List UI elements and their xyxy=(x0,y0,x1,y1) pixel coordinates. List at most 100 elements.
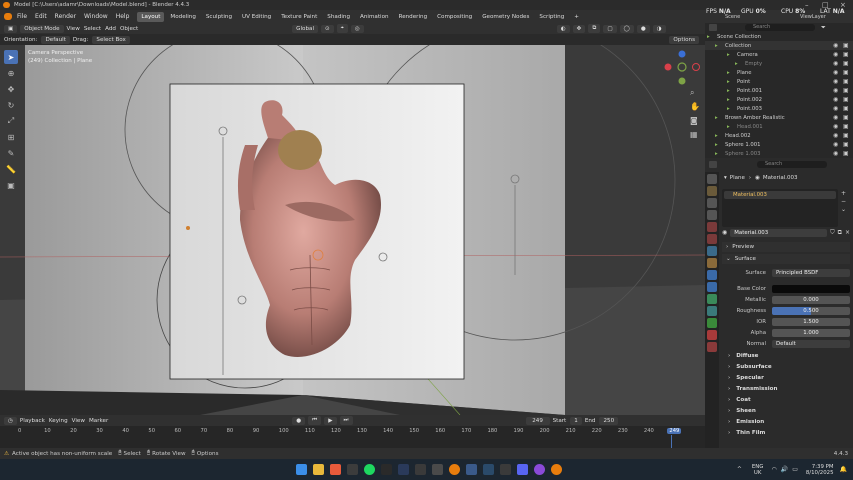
modifier-tab-icon[interactable] xyxy=(707,270,717,280)
shader-subsection[interactable]: › Coat xyxy=(722,395,850,405)
shading-wireframe-icon[interactable]: ◯ xyxy=(619,24,634,33)
outliner-row[interactable]: ▸ Head.002 ◉ ▣ xyxy=(705,131,853,140)
app-icon[interactable] xyxy=(432,464,443,475)
outliner-row[interactable]: ▸ Camera ◉ ▣ xyxy=(705,50,853,59)
collection-tab-icon[interactable] xyxy=(707,246,717,256)
3d-viewport[interactable]: Camera Perspective (249) Collection | Pl… xyxy=(0,45,705,415)
zoom-icon[interactable]: ⌕ xyxy=(690,88,694,97)
playhead-line[interactable] xyxy=(671,435,673,448)
render-camera-icon[interactable]: ▣ xyxy=(843,105,849,112)
tab-uv-editing[interactable]: UV Editing xyxy=(238,12,275,22)
outliner-expand-icon[interactable]: ▸ xyxy=(715,133,718,139)
orientation-selector[interactable]: Default xyxy=(41,35,70,44)
pivot-icon[interactable]: ⊙ xyxy=(321,24,334,33)
property-value-field[interactable]: 0.000 xyxy=(772,295,850,304)
shader-subsection[interactable]: › Diffuse xyxy=(722,351,850,361)
proportional-edit-icon[interactable]: ◎ xyxy=(350,24,364,33)
outliner-row[interactable]: ▸ Head.001 ◉ ▣ xyxy=(705,122,853,131)
tray-chevron-icon[interactable]: ^ xyxy=(737,466,742,473)
app-icon[interactable] xyxy=(347,464,358,475)
shading-solid-icon[interactable]: ● xyxy=(636,24,650,33)
render-camera-icon[interactable]: ▣ xyxy=(843,42,849,49)
outliner-expand-icon[interactable]: ▸ xyxy=(727,106,730,112)
filter-icon[interactable]: ⏷ xyxy=(821,24,826,32)
menu-file[interactable]: File xyxy=(17,13,27,20)
menu-window[interactable]: Window xyxy=(84,13,108,20)
view-layer-tab-icon[interactable] xyxy=(707,210,717,220)
outliner-row[interactable]: ▸ Point.001 ◉ ▣ xyxy=(705,86,853,95)
menu-object[interactable]: Object xyxy=(120,26,138,32)
object-tab-icon[interactable] xyxy=(707,258,717,268)
tab-shading[interactable]: Shading xyxy=(323,12,354,22)
outliner-row[interactable]: ▸ Scene Collection xyxy=(705,32,853,41)
jump-start-icon[interactable]: ⏮ xyxy=(308,416,322,425)
outliner-expand-icon[interactable]: ▸ xyxy=(707,34,710,40)
current-frame-field[interactable]: 249 xyxy=(525,416,550,425)
battery-icon[interactable]: ▭ xyxy=(792,466,798,473)
material-slot-item[interactable]: Material.003 xyxy=(724,191,836,199)
render-camera-icon[interactable]: ▣ xyxy=(843,78,849,85)
outliner-expand-icon[interactable]: ▸ xyxy=(727,79,730,85)
render-camera-icon[interactable]: ▣ xyxy=(843,141,849,148)
tab-modeling[interactable]: Modeling xyxy=(166,12,199,22)
tab-compositing[interactable]: Compositing xyxy=(433,12,476,22)
play-icon[interactable]: ▶ xyxy=(324,416,337,425)
outliner-editor-icon[interactable] xyxy=(709,24,717,31)
property-value-field[interactable]: Default xyxy=(772,339,850,348)
properties-editor-icon[interactable] xyxy=(709,160,717,168)
output-tab-icon[interactable] xyxy=(707,198,717,208)
property-value-field[interactable]: 0.500 xyxy=(772,306,850,315)
outliner-expand-icon[interactable]: ▸ xyxy=(727,70,730,76)
terminal-icon[interactable] xyxy=(381,464,392,475)
breadcrumb-object[interactable]: Plane xyxy=(730,175,745,181)
property-value-field[interactable]: 1.000 xyxy=(772,328,850,337)
tool-tab-icon[interactable] xyxy=(707,174,717,184)
visibility-eye-icon[interactable]: ◉ xyxy=(833,78,838,85)
keying-menu[interactable]: Keying xyxy=(49,418,68,424)
material-tab-icon[interactable] xyxy=(707,330,717,340)
timeline-view-menu[interactable]: View xyxy=(72,418,85,424)
timeline-editor-icon[interactable]: ◷ xyxy=(4,416,17,425)
constraints-tab-icon[interactable] xyxy=(707,306,717,316)
snap-icon[interactable]: ⌖ xyxy=(336,24,348,33)
outliner-search-input[interactable]: Search xyxy=(745,24,815,31)
unlink-material-icon[interactable]: × xyxy=(845,229,850,236)
transform-orientation-selector[interactable]: Global xyxy=(292,24,318,33)
visibility-eye-icon[interactable]: ◉ xyxy=(833,69,838,76)
xray-icon[interactable]: ▢ xyxy=(603,24,617,33)
menu-select[interactable]: Select xyxy=(84,26,101,32)
mode-selector[interactable]: Object Mode xyxy=(20,24,64,33)
particles-tab-icon[interactable] xyxy=(707,282,717,292)
visibility-eye-icon[interactable]: ◉ xyxy=(833,51,838,58)
annotate-tool-icon[interactable]: ✎ xyxy=(4,146,18,160)
start-icon[interactable] xyxy=(296,464,307,475)
pan-icon[interactable]: ✋ xyxy=(690,101,700,111)
outliner-row[interactable]: ▸ Plane ◉ ▣ xyxy=(705,68,853,77)
view-layer-selector[interactable]: ViewLayer xyxy=(800,14,826,20)
outliner-expand-icon[interactable]: ▸ xyxy=(715,151,718,157)
start-frame-field[interactable]: 1 xyxy=(570,416,582,425)
menu-help[interactable]: Help xyxy=(116,13,130,20)
playback-menu[interactable]: Playback xyxy=(20,418,45,424)
options-button[interactable]: Options xyxy=(669,35,699,44)
timeline-scrubber[interactable]: 0 10 20 30 40 50 60 70 80 90 100 110 120 130 140 150 160… xyxy=(0,426,705,448)
visibility-eye-icon[interactable]: ◉ xyxy=(833,87,838,94)
tab-animation[interactable]: Animation xyxy=(356,12,393,22)
menu-edit[interactable]: Edit xyxy=(35,13,47,20)
wifi-icon[interactable]: ◠ xyxy=(771,466,776,473)
clock[interactable]: 7:39 PM 8/10/2025 xyxy=(806,464,834,476)
shader-subsection[interactable]: › Subsurface xyxy=(722,362,850,372)
outliner-expand-icon[interactable]: ▸ xyxy=(727,88,730,94)
select-tool-icon[interactable]: ➤ xyxy=(4,50,18,64)
drag-selector[interactable]: Select Box xyxy=(92,35,130,44)
app-icon[interactable] xyxy=(466,464,477,475)
visibility-eye-icon[interactable]: ◉ xyxy=(833,150,838,157)
rotate-tool-icon[interactable]: ↻ xyxy=(4,98,18,112)
properties-search-input[interactable]: Search xyxy=(757,160,827,168)
language-indicator[interactable]: ENG UK xyxy=(752,464,764,476)
cursor-tool-icon[interactable]: ⊕ xyxy=(4,66,18,80)
render-camera-icon[interactable]: ▣ xyxy=(843,132,849,139)
outliner-expand-icon[interactable]: ▸ xyxy=(727,52,730,58)
tab-layout[interactable]: Layout xyxy=(137,11,165,22)
shader-subsection[interactable]: › Emission xyxy=(722,417,850,427)
